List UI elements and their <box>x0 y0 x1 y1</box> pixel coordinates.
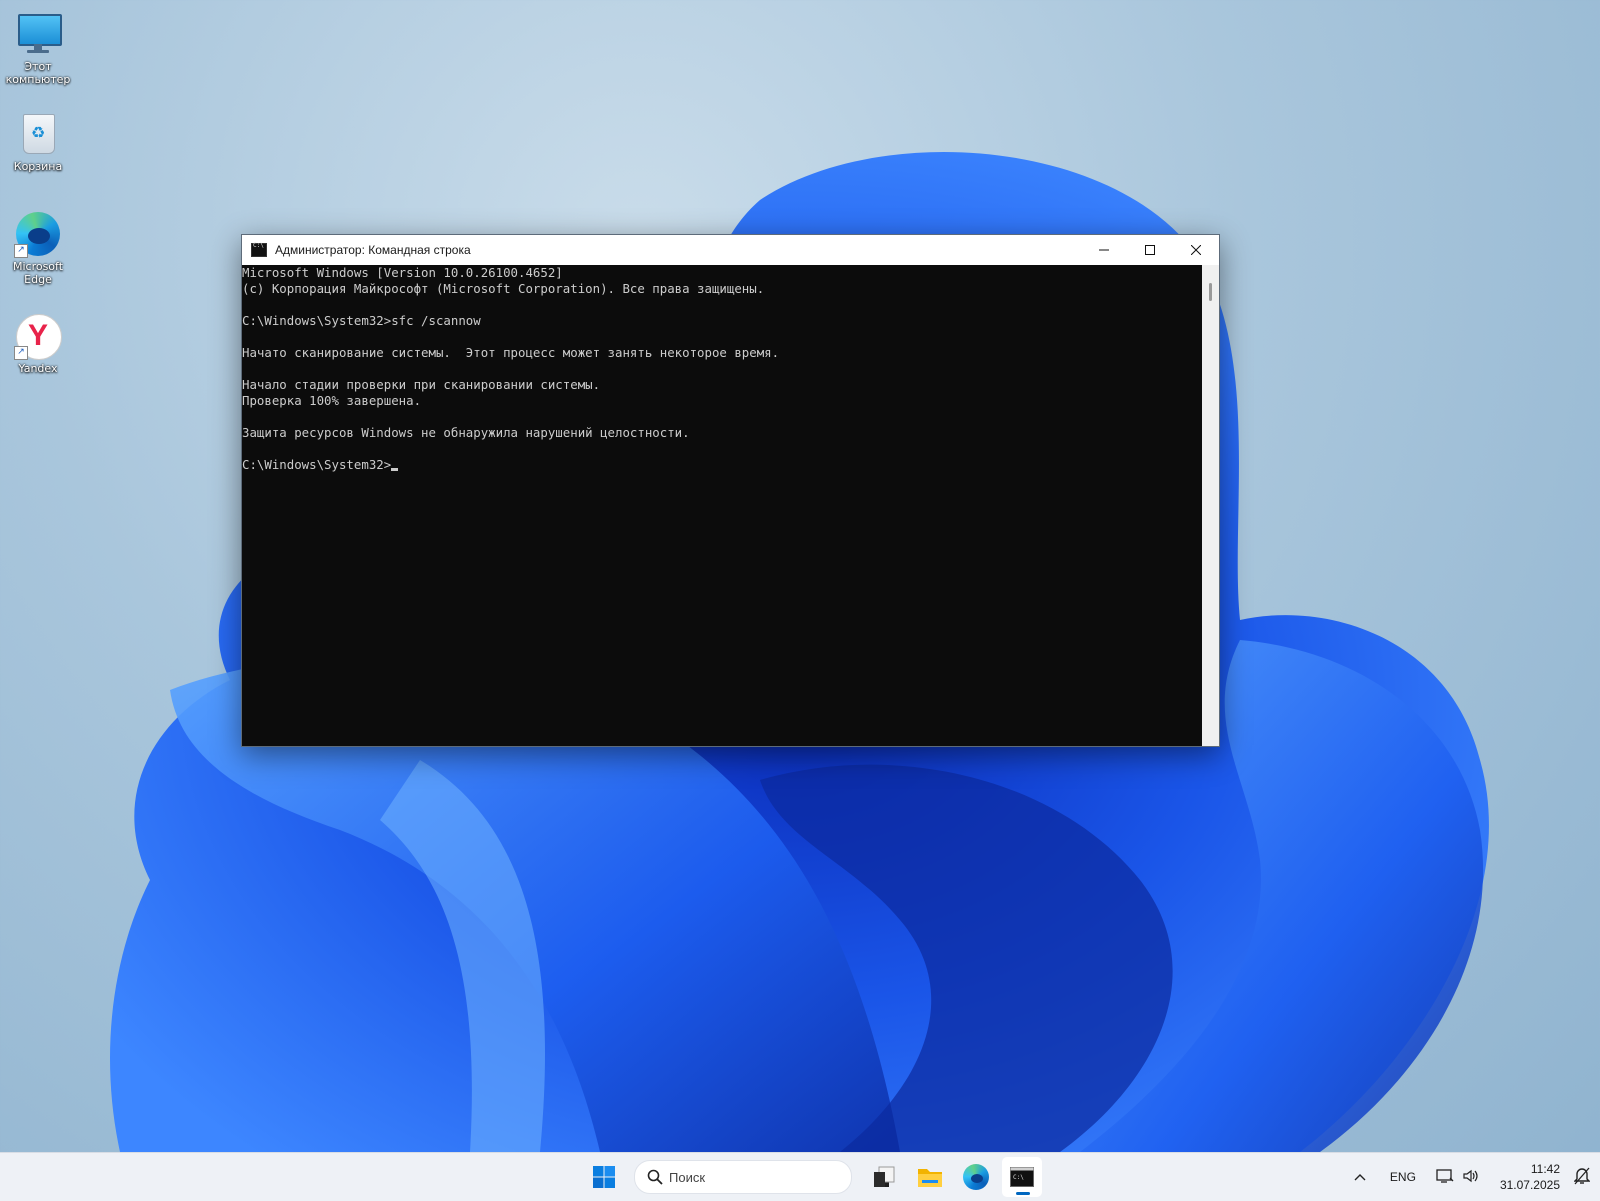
show-hidden-icons-button[interactable] <box>1354 1170 1366 1184</box>
desktop-icon-label: Корзина <box>13 160 63 173</box>
minimize-button[interactable] <box>1081 235 1127 265</box>
console-line: C:\Windows\System32>sfc /scannow <box>242 313 481 328</box>
search-placeholder: Поиск <box>669 1169 706 1185</box>
taskbar-search[interactable]: Поиск <box>634 1160 852 1194</box>
console-line: Начато сканирование системы. Этот процес… <box>242 345 780 360</box>
recycle-bin-icon: ♻ <box>14 110 62 158</box>
prompt-text: C:\Windows\System32> <box>242 457 392 472</box>
monitor-icon <box>14 10 62 58</box>
clock-date: 31.07.2025 <box>1499 1178 1560 1192</box>
desktop-icon-label: Yandex <box>18 362 58 375</box>
clock-time: 11:42 <box>1530 1162 1560 1176</box>
prompt-line[interactable]: C:\Windows\System32> <box>242 457 1202 473</box>
desktop-icon-label: Этот компьютер <box>5 60 71 86</box>
console-line: Проверка 100% завершена. <box>242 393 422 408</box>
shortcut-arrow-icon: ↗ <box>14 346 28 360</box>
yandex-browser-icon: Y ↗ <box>14 312 62 360</box>
text-cursor <box>391 468 399 471</box>
desktop-icon-edge[interactable]: ↗ Microsoft Edge <box>0 210 76 286</box>
console-line: Microsoft Windows [Version 10.0.26100.46… <box>242 265 563 280</box>
start-button[interactable] <box>584 1157 624 1197</box>
network-icon[interactable] <box>1436 1168 1454 1187</box>
command-prompt-taskbar-button[interactable]: C:\ <box>1002 1157 1042 1197</box>
active-indicator <box>1016 1192 1030 1195</box>
command-prompt-window[interactable]: Администратор: Командная строка Microsof… <box>241 234 1220 747</box>
title-bar[interactable]: Администратор: Командная строка <box>242 235 1219 265</box>
clock[interactable]: 11:42 31.07.2025 <box>1500 1161 1560 1193</box>
vertical-scrollbar[interactable] <box>1202 265 1219 746</box>
console-line: Начало стадии проверки при сканировании … <box>242 377 601 392</box>
close-button[interactable] <box>1173 235 1219 265</box>
console-line: (c) Корпорация Майкрософт (Microsoft Cor… <box>242 281 765 296</box>
start-icon <box>593 1166 615 1188</box>
close-icon <box>1191 245 1201 255</box>
maximize-button[interactable] <box>1127 235 1173 265</box>
console-line: Защита ресурсов Windows не обнаружила на… <box>242 425 690 440</box>
notification-bell-icon <box>1573 1167 1591 1184</box>
desktop-icon-recycle-bin[interactable]: ♻ Корзина <box>0 110 76 173</box>
desktop-icon-yandex[interactable]: Y ↗ Yandex <box>0 312 76 375</box>
desktop-icon-label: Microsoft Edge <box>12 260 64 286</box>
window-title: Администратор: Командная строка <box>275 243 471 257</box>
console-output[interactable]: Microsoft Windows [Version 10.0.26100.46… <box>242 265 1202 746</box>
shortcut-arrow-icon: ↗ <box>14 244 28 258</box>
taskbar: Поиск C:\ ENG 11:42 31.07.2025 <box>0 1152 1600 1201</box>
edge-taskbar-button[interactable] <box>956 1157 996 1197</box>
task-view-icon <box>874 1166 895 1187</box>
edge-icon: ↗ <box>14 210 62 258</box>
scrollbar-thumb[interactable] <box>1209 283 1212 301</box>
search-icon <box>647 1169 663 1185</box>
maximize-icon <box>1145 245 1155 255</box>
chevron-up-icon <box>1354 1174 1366 1181</box>
task-view-button[interactable] <box>864 1157 904 1197</box>
notifications-button[interactable] <box>1573 1167 1591 1188</box>
svg-text:C:\: C:\ <box>1013 1174 1024 1181</box>
file-explorer-button[interactable] <box>910 1157 950 1197</box>
language-indicator[interactable]: ENG <box>1390 1170 1416 1184</box>
volume-icon[interactable] <box>1462 1168 1480 1187</box>
minimize-icon <box>1099 249 1109 251</box>
file-explorer-icon <box>918 1169 942 1187</box>
edge-icon <box>963 1164 989 1190</box>
desktop-icon-this-pc[interactable]: Этот компьютер <box>0 10 76 86</box>
cmd-icon <box>251 242 267 257</box>
terminal-icon: C:\ <box>1010 1167 1034 1187</box>
